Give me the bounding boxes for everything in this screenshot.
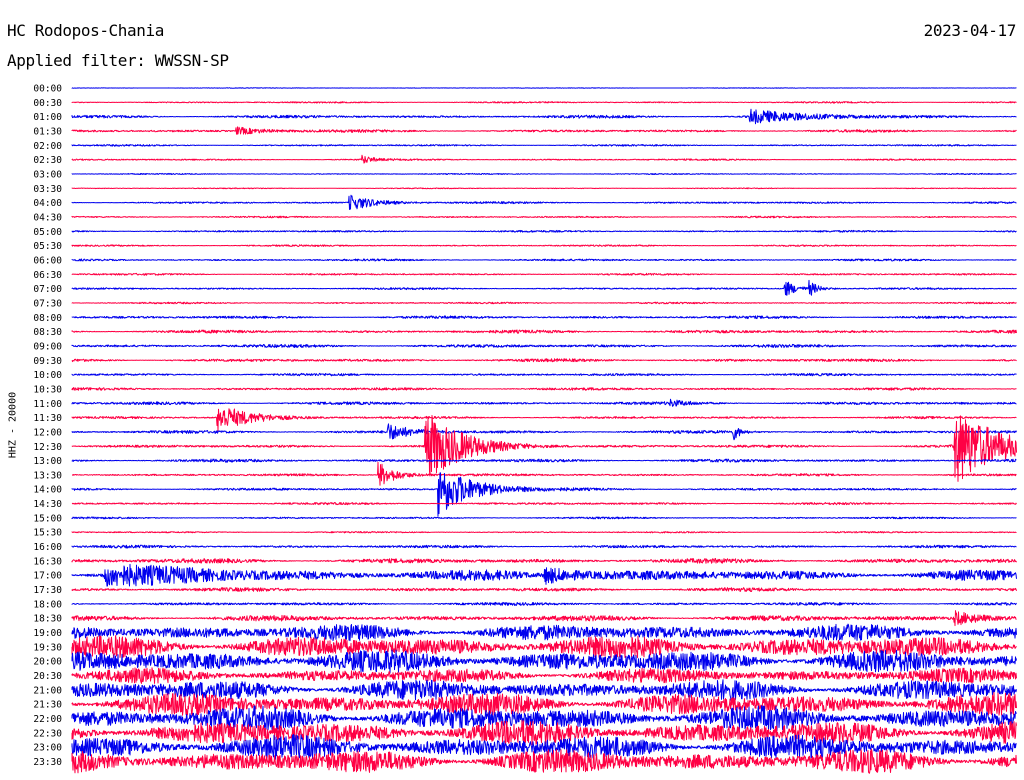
trace-row	[71, 408, 1017, 432]
trace-row	[71, 244, 1017, 247]
row-time-label: 03:30	[33, 184, 62, 195]
row-time-label: 21:00	[33, 685, 62, 696]
row-time-label: 19:30	[33, 642, 62, 653]
row-time-label: 07:00	[33, 284, 62, 295]
row-time-label: 08:00	[33, 313, 62, 324]
row-time-label: 10:30	[33, 384, 62, 395]
row-time-label: 03:00	[33, 169, 62, 180]
trace-row	[71, 154, 1017, 164]
row-time-label: 02:00	[33, 141, 62, 152]
row-time-label: 21:30	[33, 700, 62, 711]
row-time-label: 00:00	[33, 84, 62, 95]
row-time-label: 11:00	[33, 399, 62, 410]
row-time-label: 07:30	[33, 298, 62, 309]
trace-row	[71, 301, 1017, 305]
row-time-label: 22:30	[33, 728, 62, 739]
row-time-label: 19:00	[33, 628, 62, 639]
trace-row	[71, 558, 1017, 564]
trace-row	[71, 108, 1017, 125]
trace-row	[71, 279, 1017, 296]
row-time-label: 23:00	[33, 743, 62, 754]
row-time-label: 08:30	[33, 327, 62, 338]
row-time-label: 13:00	[33, 456, 62, 467]
row-time-label: 20:00	[33, 657, 62, 668]
row-time-label: 15:30	[33, 528, 62, 539]
row-time-label: 14:30	[33, 499, 62, 510]
trace-row	[71, 101, 1017, 104]
row-time-label: 04:00	[33, 198, 62, 209]
trace-row	[71, 398, 1017, 407]
row-time-label: 02:30	[33, 155, 62, 166]
trace-row	[71, 215, 1017, 219]
row-time-label: 17:30	[33, 585, 62, 596]
row-time-label: 20:30	[33, 671, 62, 682]
trace-row	[71, 387, 1017, 391]
trace-row	[71, 187, 1017, 190]
trace-row	[71, 563, 1017, 587]
row-time-label: 06:00	[33, 255, 62, 266]
row-time-label: 18:00	[33, 599, 62, 610]
row-time-label: 12:00	[33, 427, 62, 438]
trace-row	[71, 472, 1017, 517]
row-time-label: 22:00	[33, 714, 62, 725]
trace-row	[71, 423, 1017, 441]
trace-row	[71, 144, 1017, 147]
row-time-label: 18:30	[33, 614, 62, 625]
row-time-label: 11:30	[33, 413, 62, 424]
trace-row	[71, 194, 1017, 210]
row-time-label: 12:30	[33, 442, 62, 453]
row-time-label: 16:00	[33, 542, 62, 553]
row-time-label: 23:30	[33, 757, 62, 768]
trace-row	[71, 667, 1017, 684]
row-time-label: 15:00	[33, 513, 62, 524]
trace-row	[71, 748, 1017, 774]
trace-row	[71, 458, 1017, 463]
trace-row	[71, 87, 1017, 89]
row-time-label: 01:30	[33, 126, 62, 137]
trace-row	[71, 601, 1017, 606]
trace-row	[71, 329, 1017, 334]
trace-row	[71, 258, 1017, 262]
trace-row	[71, 358, 1017, 363]
row-time-label: 05:30	[33, 241, 62, 252]
trace-row	[72, 461, 1017, 486]
trace-row	[71, 343, 1017, 349]
trace-row	[71, 531, 1017, 534]
trace-row	[71, 610, 1017, 627]
row-time-label: 06:30	[33, 270, 62, 281]
trace-row	[71, 587, 1017, 592]
row-time-label: 16:30	[33, 556, 62, 567]
trace-row	[71, 372, 1017, 377]
trace-row	[71, 516, 1017, 520]
row-time-label: 05:00	[33, 227, 62, 238]
row-time-label: 09:00	[33, 341, 62, 352]
trace-row	[71, 315, 1017, 320]
trace-row	[71, 126, 1017, 135]
trace-row	[71, 623, 1017, 642]
row-time-label: 04:30	[33, 212, 62, 223]
row-time-label: 14:00	[33, 485, 62, 496]
trace-row	[71, 229, 1017, 233]
trace-row	[71, 415, 1017, 482]
row-time-label: 17:00	[33, 571, 62, 582]
trace-row	[71, 544, 1017, 549]
trace-row	[71, 272, 1017, 276]
seismogram-plot: 00:00 00:30 01:00 01:30 02:00 02:30 03:00 03:30…	[33, 84, 1017, 774]
row-time-label: 13:30	[33, 470, 62, 481]
row-time-label: 09:30	[33, 356, 62, 367]
trace-row	[71, 649, 1017, 674]
trace-row	[71, 172, 1017, 175]
row-time-label: 01:00	[33, 112, 62, 123]
trace-row	[71, 501, 1017, 506]
row-time-label: 00:30	[33, 98, 62, 109]
row-time-label: 10:00	[33, 370, 62, 381]
